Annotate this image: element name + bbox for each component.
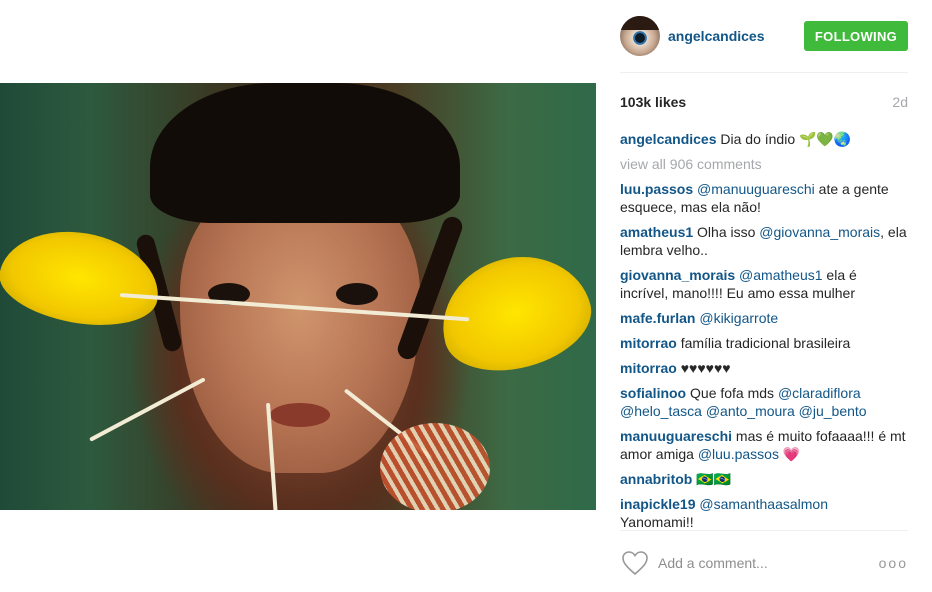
comment-username[interactable]: manuuguareschi xyxy=(620,428,732,444)
comment-text: Que fofa mds xyxy=(690,385,778,401)
view-all-comments-link[interactable]: view all 906 comments xyxy=(620,155,908,173)
footer-divider xyxy=(620,530,908,531)
heart-icon[interactable] xyxy=(620,548,650,578)
list-item: sofialinoo Que fofa mds @claradiflora @h… xyxy=(620,384,908,420)
comment-text: 💗 xyxy=(778,446,801,462)
list-item: annabritob 🇧🇷🇧🇷 xyxy=(620,470,908,488)
list-item: amatheus1 Olha isso @giovanna_morais, el… xyxy=(620,223,908,259)
post-header: angelcandices FOLLOWING xyxy=(620,14,908,58)
comment-mention[interactable]: @samanthaasalmon xyxy=(699,496,828,512)
post-photo[interactable] xyxy=(0,83,596,510)
list-item: mitorrao família tradicional brasileira xyxy=(620,334,908,352)
list-item: mafe.furlan @kikigarrote xyxy=(620,309,908,327)
comments-list: angelcandices Dia do índio 🌱💚🌏 view all … xyxy=(620,130,908,528)
comment-text: Yanomami!! xyxy=(620,514,694,528)
caption: angelcandices Dia do índio 🌱💚🌏 xyxy=(620,130,908,148)
comment-text: família tradicional brasileira xyxy=(680,335,851,351)
list-item: inapickle19 @samanthaasalmon Yanomami!! xyxy=(620,495,908,528)
comment-bar: ooo xyxy=(620,545,908,581)
header-divider xyxy=(620,72,908,73)
comment-text: ♥♥♥♥♥♥ xyxy=(680,360,731,376)
list-item: mitorrao ♥♥♥♥♥♥ xyxy=(620,359,908,377)
caption-username[interactable]: angelcandices xyxy=(620,131,717,147)
comment-mention[interactable]: @anto_moura xyxy=(706,403,795,419)
comment-mention[interactable]: @luu.passos xyxy=(698,446,779,462)
comment-mention[interactable]: @giovanna_morais xyxy=(759,224,880,240)
list-item: giovanna_morais @amatheus1 ela é incríve… xyxy=(620,266,908,302)
post-age[interactable]: 2d xyxy=(892,94,908,110)
likes-row: 103k likes 2d xyxy=(620,94,908,110)
more-options-icon[interactable]: ooo xyxy=(879,555,908,571)
add-comment-input[interactable] xyxy=(658,555,879,571)
comment-text: 🇧🇷🇧🇷 xyxy=(696,471,732,487)
comment-mention[interactable]: @ju_bento xyxy=(799,403,867,419)
comment-username[interactable]: mafe.furlan xyxy=(620,310,695,326)
comment-username[interactable]: giovanna_morais xyxy=(620,267,735,283)
comment-username[interactable]: luu.passos xyxy=(620,181,693,197)
comment-mention[interactable]: @kikigarrote xyxy=(699,310,778,326)
likes-count[interactable]: 103k likes xyxy=(620,94,686,110)
photo-pane xyxy=(0,0,596,592)
post-sidebar: angelcandices FOLLOWING 103k likes 2d an… xyxy=(596,0,932,592)
comment-username[interactable]: inapickle19 xyxy=(620,496,696,512)
comment-username[interactable]: amatheus1 xyxy=(620,224,693,240)
comment-text: Olha isso xyxy=(697,224,760,240)
list-item: manuuguareschi mas é muito fofaaaa!!! é … xyxy=(620,427,908,463)
comment-mention[interactable]: @helo_tasca xyxy=(620,403,702,419)
comment-mention[interactable]: @amatheus1 xyxy=(739,267,822,283)
list-item: luu.passos @manuuguareschi ate a gente e… xyxy=(620,180,908,216)
comment-username[interactable]: mitorrao xyxy=(620,360,677,376)
comment-username[interactable]: mitorrao xyxy=(620,335,677,351)
comment-username[interactable]: sofialinoo xyxy=(620,385,686,401)
comment-mention[interactable]: @manuuguareschi xyxy=(697,181,815,197)
caption-text: Dia do índio 🌱💚🌏 xyxy=(720,131,852,147)
following-button[interactable]: FOLLOWING xyxy=(804,21,908,51)
avatar[interactable] xyxy=(620,16,660,56)
comment-username[interactable]: annabritob xyxy=(620,471,692,487)
comment-mention[interactable]: @claradiflora xyxy=(778,385,861,401)
post-author-username[interactable]: angelcandices xyxy=(668,28,804,44)
